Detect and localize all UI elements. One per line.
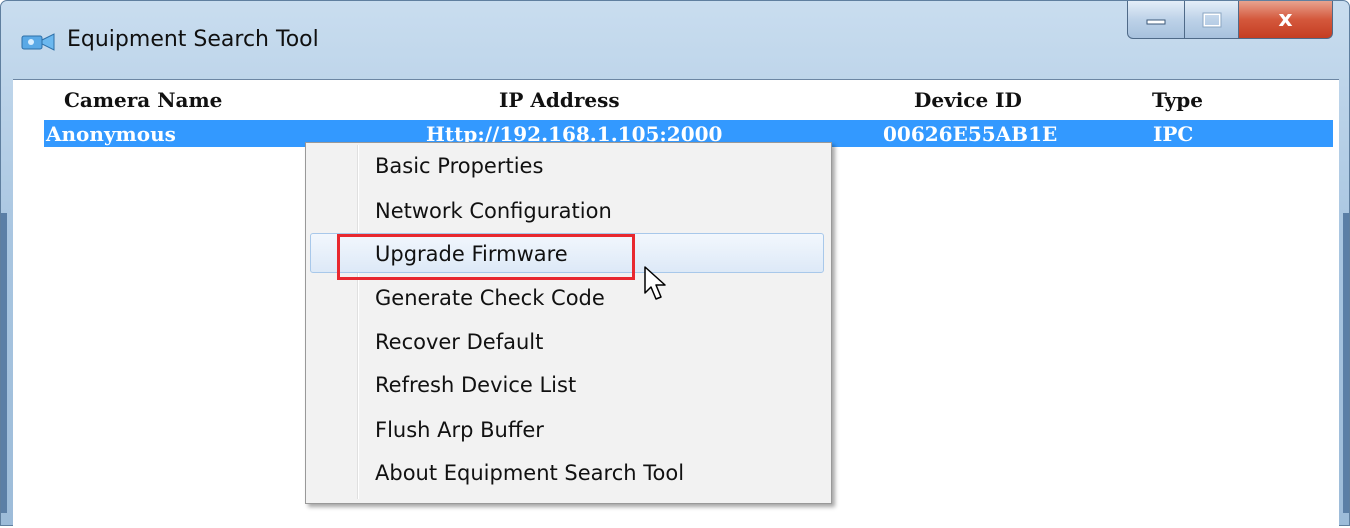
close-icon: x	[1278, 7, 1293, 32]
annotation-highlight-box	[337, 234, 635, 280]
table-header: Camera Name IP Address Device ID Type	[13, 80, 1339, 118]
maximize-icon	[1202, 12, 1221, 27]
cell-camera-name: Anonymous	[46, 122, 176, 146]
menu-item-label: Refresh Device List	[375, 373, 577, 397]
cell-type: IPC	[1153, 122, 1194, 146]
window-frame-right	[1343, 213, 1349, 513]
menu-item-basic-properties[interactable]: Basic Properties	[310, 146, 824, 186]
menu-item-refresh-device-list[interactable]: Refresh Device List	[310, 365, 824, 405]
menu-item-label: Network Configuration	[375, 199, 612, 223]
menu-item-generate-check-code[interactable]: Generate Check Code	[310, 278, 824, 318]
column-header-type[interactable]: Type	[1152, 88, 1203, 112]
maximize-button[interactable]	[1185, 1, 1239, 39]
menu-item-label: Generate Check Code	[375, 286, 605, 310]
column-header-camera-name[interactable]: Camera Name	[64, 88, 222, 112]
column-header-device-id[interactable]: Device ID	[914, 88, 1022, 112]
title-bar[interactable]: Equipment Search Tool x	[1, 1, 1349, 79]
close-button[interactable]: x	[1239, 1, 1333, 39]
menu-item-label: Flush Arp Buffer	[375, 418, 544, 442]
context-menu: Basic Properties Network Configuration U…	[305, 142, 832, 504]
minimize-button[interactable]	[1127, 1, 1185, 39]
cell-device-id: 00626E55AB1E	[883, 122, 1058, 146]
menu-item-label: About Equipment Search Tool	[375, 461, 685, 485]
menu-item-label: Basic Properties	[375, 154, 544, 178]
minimize-icon	[1146, 19, 1166, 24]
window-title: Equipment Search Tool	[67, 27, 319, 52]
menu-item-label: Recover Default	[375, 330, 544, 354]
menu-item-recover-default[interactable]: Recover Default	[310, 322, 824, 362]
column-header-ip-address[interactable]: IP Address	[499, 88, 620, 112]
menu-item-flush-arp-buffer[interactable]: Flush Arp Buffer	[310, 410, 824, 450]
arrow-cursor-icon	[644, 266, 666, 300]
main-window: Equipment Search Tool x Camera Name IP A…	[0, 0, 1350, 528]
caption-buttons: x	[1127, 1, 1333, 39]
menu-item-network-configuration[interactable]: Network Configuration	[310, 191, 824, 231]
window-frame-left	[1, 213, 7, 513]
camera-icon	[21, 33, 55, 51]
menu-item-about[interactable]: About Equipment Search Tool	[310, 453, 824, 493]
